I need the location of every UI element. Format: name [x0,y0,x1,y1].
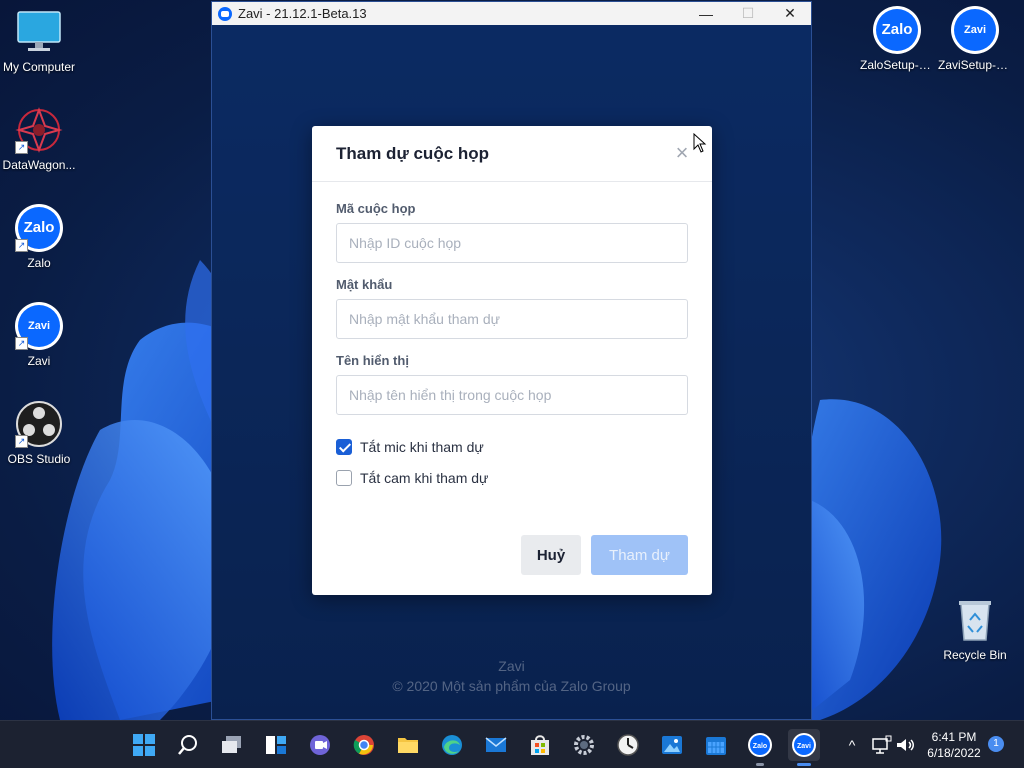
window-title: Zavi - 21.12.1-Beta.13 [238,6,367,21]
cancel-button[interactable]: Huỷ [521,535,581,575]
window-close-button[interactable]: ✕ [769,2,811,25]
obs-icon: ↗ [15,400,63,448]
join-meeting-dialog: Tham dự cuộc họp × Mã cuộc họp Mật khẩu … [312,126,712,595]
mute-mic-label: Tắt mic khi tham dự [360,439,484,455]
zavi-taskbar-icon[interactable]: Zavi [788,729,820,766]
shortcut-arrow-icon: ↗ [15,239,28,252]
clock-date: 6/18/2022 [927,746,981,760]
shortcut-arrow-icon: ↗ [15,435,28,448]
dialog-title: Tham dự cuộc họp [336,144,490,163]
zalo-icon: Zalo ↗ [15,204,63,252]
desktop-icon-datawagon[interactable]: ↗ DataWagon... [0,106,78,172]
photos-icon[interactable] [656,729,688,761]
password-label: Mật khẩu [336,277,393,292]
desktop-icon-zalosetup[interactable]: Zalo ZaloSetup-2... [858,6,936,72]
task-view-icon[interactable] [216,729,248,761]
window-titlebar[interactable]: Zavi - 21.12.1-Beta.13 — ☐ ✕ [212,2,811,25]
disable-cam-option[interactable]: Tắt cam khi tham dự [336,470,488,486]
zavi-icon: Zavi [951,6,999,54]
close-icon[interactable]: × [670,142,694,166]
svg-text:Zavi: Zavi [797,743,811,750]
shortcut-arrow-icon: ↗ [15,337,28,350]
chrome-icon[interactable] [348,729,380,761]
taskbar: Zalo Zavi ^ 6:41 PM 6/18/2022 [0,720,1024,768]
mail-icon[interactable] [480,729,512,761]
desktop-icon-obs[interactable]: ↗ OBS Studio [0,400,78,466]
disable-cam-label: Tắt cam khi tham dự [360,470,489,486]
disable-cam-checkbox[interactable] [336,470,352,486]
svg-text:Zalo: Zalo [753,743,767,750]
display-name-label: Tên hiển thị [336,353,409,368]
active-indicator [797,763,811,766]
store-icon[interactable] [524,729,556,761]
desktop-icon-my-computer[interactable]: My Computer [0,8,78,74]
zavi-app-icon [218,6,232,21]
taskbar-clock[interactable]: 6:41 PM 6/18/2022 [918,729,990,761]
maximize-button[interactable]: ☐ [727,2,769,25]
settings-icon[interactable] [568,729,600,761]
mouse-cursor-icon [693,133,707,153]
desktop-icon-zalo[interactable]: Zalo ↗ Zalo [0,204,78,270]
tray-chevron-icon[interactable]: ^ [840,737,864,753]
calendar-icon[interactable] [700,729,732,761]
file-explorer-icon[interactable] [392,729,424,761]
zalo-taskbar-icon[interactable]: Zalo [744,729,776,766]
recycle-bin-icon [951,596,999,644]
widgets-icon[interactable] [260,729,292,761]
edge-icon[interactable] [436,729,468,761]
teams-chat-icon[interactable] [304,729,336,761]
desktop-icon-zavi[interactable]: Zavi ↗ Zavi [0,302,78,368]
minimize-button[interactable]: — [685,2,727,25]
clock-time: 6:41 PM [931,730,977,744]
dialog-header: Tham dự cuộc họp × [312,126,712,182]
search-icon[interactable] [172,729,204,761]
monitor-icon [15,8,63,56]
clock-app-icon[interactable] [612,729,644,761]
join-button[interactable]: Tham dự [591,535,688,575]
display-name-input[interactable] [336,375,688,415]
desktop-icon-recycle-bin[interactable]: Recycle Bin [936,596,1014,662]
start-icon[interactable] [128,729,160,761]
running-indicator [756,763,764,766]
system-tray: ^ [840,721,916,768]
desktop-icon-zavisetup[interactable]: Zavi ZaviSetup-2... [936,6,1014,72]
zavi-icon: Zavi ↗ [15,302,63,350]
mute-mic-option[interactable]: Tắt mic khi tham dự [336,439,484,455]
meeting-id-input[interactable] [336,223,688,263]
shortcut-arrow-icon: ↗ [15,141,28,154]
volume-icon[interactable] [894,734,916,756]
datawagon-icon: ↗ [15,106,63,154]
notification-badge[interactable]: 1 [988,736,1004,752]
meeting-id-label: Mã cuộc họp [336,201,416,216]
zalo-icon: Zalo [873,6,921,54]
network-icon[interactable] [870,734,892,756]
password-input[interactable] [336,299,688,339]
mute-mic-checkbox[interactable] [336,439,352,455]
